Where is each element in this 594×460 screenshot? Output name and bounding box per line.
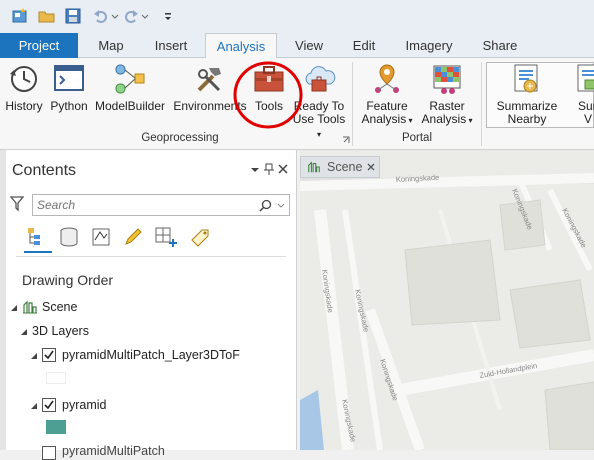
summarize-nearby-label: Summarize Nearby: [492, 100, 562, 126]
summarize-within-button[interactable]: Sur V: [570, 60, 594, 132]
editing-pencil-icon[interactable]: [122, 226, 144, 248]
python-window-icon: [54, 65, 84, 91]
layer-visibility-checkbox[interactable]: [42, 446, 56, 460]
contents-pane: Contents Search Drawing Order Scene 3D L…: [0, 150, 297, 460]
active-view-underline: [24, 251, 52, 253]
group-separator: [352, 62, 353, 146]
scene-icon: [23, 300, 37, 314]
layer-visibility-checkbox[interactable]: [42, 398, 56, 412]
pin-icon[interactable]: [264, 163, 274, 176]
feature-analysis-button[interactable]: Feature Analysis ▾: [358, 60, 416, 132]
modelbuilder-label: ModelBuilder: [94, 99, 166, 113]
tree-3d-layers-label[interactable]: 3D Layers: [32, 324, 89, 338]
collapse-arrow-icon[interactable]: [20, 328, 28, 336]
collapse-arrow-icon[interactable]: [10, 304, 18, 312]
feature-analysis-label: Feature Analysis ▾: [358, 100, 416, 127]
feature-analysis-line2: Analysis ▾: [358, 113, 416, 127]
customize-toolbar-icon[interactable]: [163, 7, 173, 25]
undo-icon[interactable]: [92, 7, 110, 25]
filter-icon[interactable]: [10, 196, 24, 212]
raster-analysis-line2-text: Analysis: [421, 112, 467, 126]
ribbon-panel: History Python ModelBuilder Environments: [0, 58, 594, 150]
summarize-nearby-button[interactable]: Summarize Nearby: [492, 60, 562, 132]
new-project-icon[interactable]: [11, 7, 29, 25]
geoprocessing-group-label: Geoprocessing: [141, 132, 219, 144]
layer1-symbol[interactable]: [46, 372, 66, 384]
environments-tools-icon: [197, 68, 221, 92]
tree-layer3-label[interactable]: pyramidMultiPatch: [62, 444, 165, 458]
tree-layer1-label[interactable]: pyramidMultiPatch_Layer3DToF: [62, 348, 240, 362]
history-icon: [10, 66, 37, 92]
drawing-order-heading: Drawing Order: [22, 272, 114, 288]
scene-icon: [308, 161, 320, 173]
layer2-symbol[interactable]: [46, 420, 66, 434]
tab-project[interactable]: Project: [0, 33, 78, 58]
divider: [16, 256, 286, 257]
search-input[interactable]: [37, 197, 247, 213]
dropdown-arrow-icon: ▾: [406, 116, 413, 125]
drawing-order-icon[interactable]: [26, 226, 48, 248]
feature-analysis-line2-text: Analysis: [361, 112, 407, 126]
tree-scene-label[interactable]: Scene: [42, 300, 77, 314]
raster-analysis-icon: [433, 65, 461, 94]
modelbuilder-icon: [115, 64, 145, 94]
summarize-line2: Nearby: [507, 112, 547, 126]
summarize-within-icon: [577, 64, 594, 92]
group-separator: [481, 62, 482, 146]
tab-analysis[interactable]: Analysis: [205, 33, 277, 59]
tab-scene[interactable]: Scene: [300, 156, 380, 178]
cloud-tools-icon: [305, 66, 336, 92]
snapping-icon[interactable]: [154, 226, 178, 248]
layer-visibility-checkbox[interactable]: [42, 348, 56, 362]
raster-analysis-label: Raster Analysis ▾: [418, 100, 476, 127]
feature-analysis-icon: [375, 64, 399, 93]
modelbuilder-button[interactable]: ModelBuilder: [92, 60, 168, 132]
redo-dropdown-icon[interactable]: [141, 7, 149, 25]
dropdown-arrow-icon: ▾: [316, 130, 321, 139]
dropdown-arrow-icon: ▾: [466, 116, 473, 125]
pane-menu-icon[interactable]: [250, 166, 260, 174]
portal-group-label: Portal: [401, 132, 433, 144]
ribbon-tabs: Project Map Insert Analysis View Edit Im…: [0, 33, 594, 59]
tab-map[interactable]: Map: [90, 33, 132, 58]
redo-icon[interactable]: [122, 7, 140, 25]
save-icon[interactable]: [64, 7, 82, 25]
scene-tab-label: Scene: [327, 160, 363, 174]
checkmark-icon: [44, 400, 54, 410]
open-icon[interactable]: [38, 7, 56, 25]
summarize-within-line2: V: [584, 112, 593, 126]
summarize-nearby-icon: [514, 64, 538, 93]
search-icon[interactable]: [259, 199, 272, 212]
python-label: Python: [50, 99, 88, 113]
dialog-launcher-icon[interactable]: [342, 136, 350, 144]
data-source-icon[interactable]: [58, 226, 80, 248]
tab-view[interactable]: View: [290, 33, 328, 58]
collapse-arrow-icon[interactable]: [30, 402, 38, 410]
close-icon[interactable]: [278, 164, 288, 174]
summarize-within-label: Sur V: [570, 100, 594, 126]
raster-analysis-button[interactable]: Raster Analysis ▾: [418, 60, 476, 132]
scene-view[interactable]: Koningskade Koningskade Koningskade Koni…: [300, 150, 594, 450]
contents-title: Contents: [12, 162, 77, 179]
python-button[interactable]: Python: [48, 60, 90, 132]
search-box[interactable]: [32, 194, 290, 216]
collapse-arrow-icon[interactable]: [30, 352, 38, 360]
labeling-icon[interactable]: [188, 226, 212, 248]
checkmark-icon: [44, 350, 54, 360]
search-options-icon[interactable]: [277, 203, 285, 209]
quick-access-toolbar: [0, 0, 594, 33]
tab-insert[interactable]: Insert: [148, 33, 194, 58]
close-tab-icon[interactable]: [367, 163, 375, 171]
selection-icon[interactable]: [90, 226, 112, 248]
history-button[interactable]: History: [2, 60, 46, 132]
tree-layer2-label[interactable]: pyramid: [62, 398, 106, 412]
highlight-circle: [233, 61, 303, 129]
undo-dropdown-icon[interactable]: [111, 7, 119, 25]
raster-analysis-line2: Analysis ▾: [418, 113, 476, 127]
tab-edit[interactable]: Edit: [346, 33, 382, 58]
tab-share[interactable]: Share: [480, 33, 520, 58]
map-canvas[interactable]: Koningskade Koningskade Koningskade Koni…: [300, 150, 594, 450]
history-label: History: [5, 99, 43, 113]
tab-imagery[interactable]: Imagery: [402, 33, 456, 58]
